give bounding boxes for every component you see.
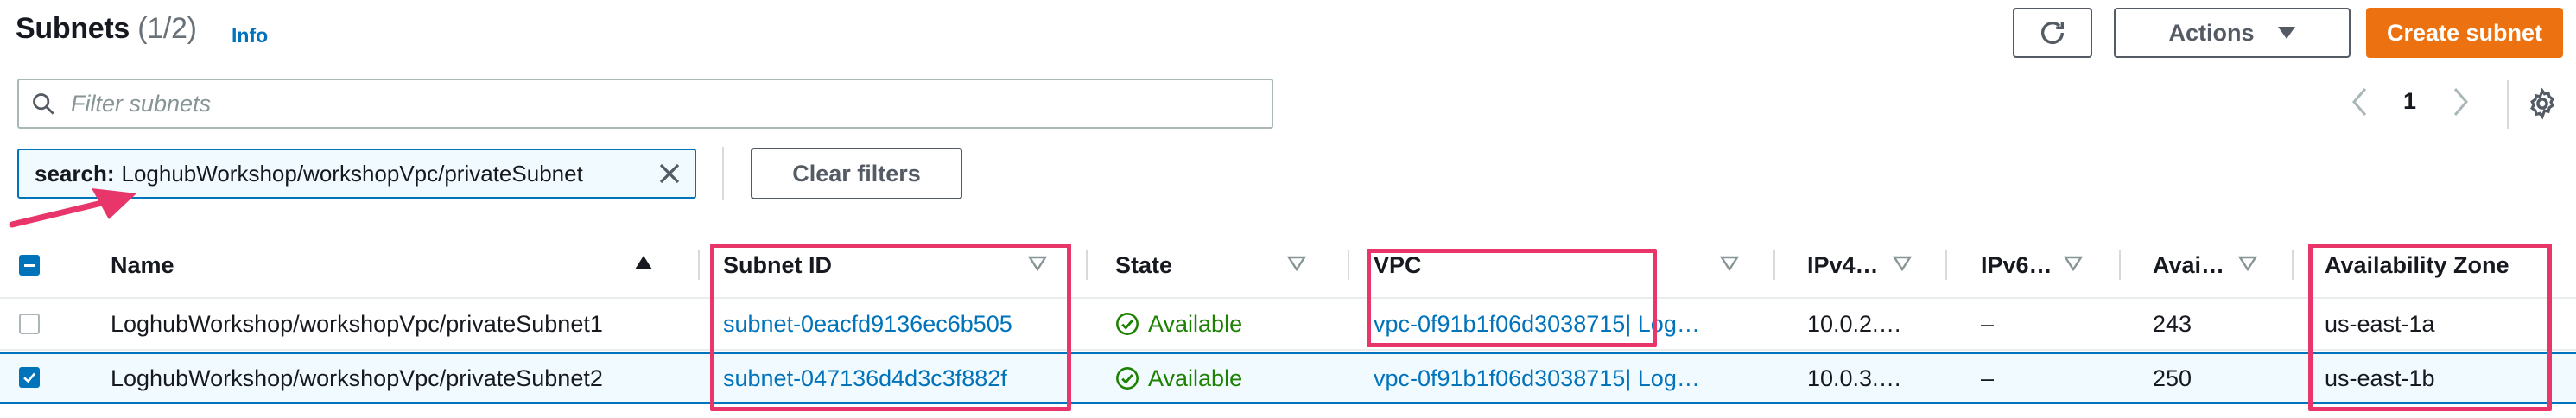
gear-icon[interactable] bbox=[2526, 87, 2559, 120]
column-header-available-ips[interactable]: Avai… bbox=[2153, 233, 2224, 297]
sort-icon[interactable] bbox=[1893, 256, 1912, 271]
caret-down-icon bbox=[2277, 27, 2295, 39]
select-all-checkbox[interactable] bbox=[19, 255, 40, 276]
subnet-name: LoghubWorkshop/workshopVpc/privateSubnet… bbox=[111, 364, 603, 391]
search-icon bbox=[33, 93, 54, 115]
table-row-selected[interactable]: LoghubWorkshop/workshopVpc/privateSubnet… bbox=[0, 352, 2576, 404]
status-badge: Available bbox=[1115, 354, 1242, 402]
subnet-id-link[interactable]: subnet-0eacfd9136ec6b505 bbox=[723, 299, 1012, 349]
filter-input[interactable] bbox=[69, 89, 1265, 118]
current-page-number[interactable]: 1 bbox=[2403, 88, 2416, 115]
column-header-ipv6[interactable]: IPv6… bbox=[1981, 233, 2053, 297]
ipv4-cidr: 10.0.2.… bbox=[1807, 310, 1902, 337]
sort-ascending-icon[interactable] bbox=[633, 254, 654, 271]
check-circle-icon bbox=[1116, 313, 1139, 335]
availability-zone: us-east-1b bbox=[2325, 364, 2435, 391]
column-header-vpc[interactable]: VPC bbox=[1374, 233, 1422, 297]
status-badge: Available bbox=[1115, 299, 1242, 349]
create-subnet-button[interactable]: Create subnet bbox=[2366, 8, 2563, 58]
column-header-subnet-id[interactable]: Subnet ID bbox=[723, 233, 832, 297]
selection-count: (1/2) bbox=[137, 12, 197, 45]
refresh-button[interactable] bbox=[2013, 8, 2092, 58]
pagination-divider bbox=[2507, 80, 2509, 129]
subnet-name: LoghubWorkshop/workshopVpc/privateSubnet… bbox=[111, 310, 603, 337]
sort-icon[interactable] bbox=[2238, 256, 2257, 271]
token-value: LoghubWorkshop/workshopVpc/privateSubnet bbox=[121, 160, 583, 187]
check-circle-icon bbox=[1116, 367, 1139, 390]
sort-icon[interactable] bbox=[1287, 256, 1306, 271]
column-header-name[interactable]: Name bbox=[111, 233, 174, 297]
sort-icon[interactable] bbox=[1028, 256, 1047, 271]
table-header: Name Subnet ID State VPC IPv4… IPv6… Ava… bbox=[0, 233, 2576, 299]
clear-filters-button[interactable]: Clear filters bbox=[751, 148, 962, 200]
token-divider bbox=[722, 147, 724, 200]
column-header-state[interactable]: State bbox=[1115, 233, 1172, 297]
vpc-link[interactable]: vpc-0f91b1f06d3038715 | Log… bbox=[1374, 299, 1700, 349]
filter-search-box[interactable] bbox=[17, 79, 1273, 129]
next-page-icon[interactable] bbox=[2450, 86, 2471, 117]
sort-icon[interactable] bbox=[2064, 256, 2083, 271]
column-header-availability-zone[interactable]: Availability Zone bbox=[2325, 233, 2509, 297]
previous-page-icon[interactable] bbox=[2350, 86, 2370, 117]
ipv6-cidr: – bbox=[1981, 310, 1995, 337]
close-icon[interactable] bbox=[657, 161, 682, 187]
availability-zone: us-east-1a bbox=[2325, 310, 2435, 337]
available-ips: 243 bbox=[2153, 310, 2192, 337]
row-checkbox[interactable] bbox=[19, 367, 40, 388]
table-row[interactable]: LoghubWorkshop/workshopVpc/privateSubnet… bbox=[0, 299, 2576, 351]
refresh-icon bbox=[2040, 21, 2065, 44]
ipv4-cidr: 10.0.3.… bbox=[1807, 364, 1902, 391]
info-link[interactable]: Info bbox=[232, 24, 268, 48]
subnet-id-link[interactable]: subnet-047136d4d3c3f882f bbox=[723, 354, 1007, 402]
actions-button[interactable]: Actions bbox=[2114, 8, 2351, 58]
available-ips: 250 bbox=[2153, 364, 2192, 391]
ipv6-cidr: – bbox=[1981, 364, 1995, 391]
row-checkbox[interactable] bbox=[19, 314, 40, 334]
sort-icon[interactable] bbox=[1720, 256, 1739, 271]
annotation-arrow bbox=[9, 188, 136, 228]
page-title: Subnets (1/2) bbox=[16, 12, 197, 45]
checkmark-icon bbox=[23, 372, 35, 383]
vpc-link[interactable]: vpc-0f91b1f06d3038715 | Log… bbox=[1374, 354, 1700, 402]
column-header-ipv4[interactable]: IPv4… bbox=[1807, 233, 1879, 297]
